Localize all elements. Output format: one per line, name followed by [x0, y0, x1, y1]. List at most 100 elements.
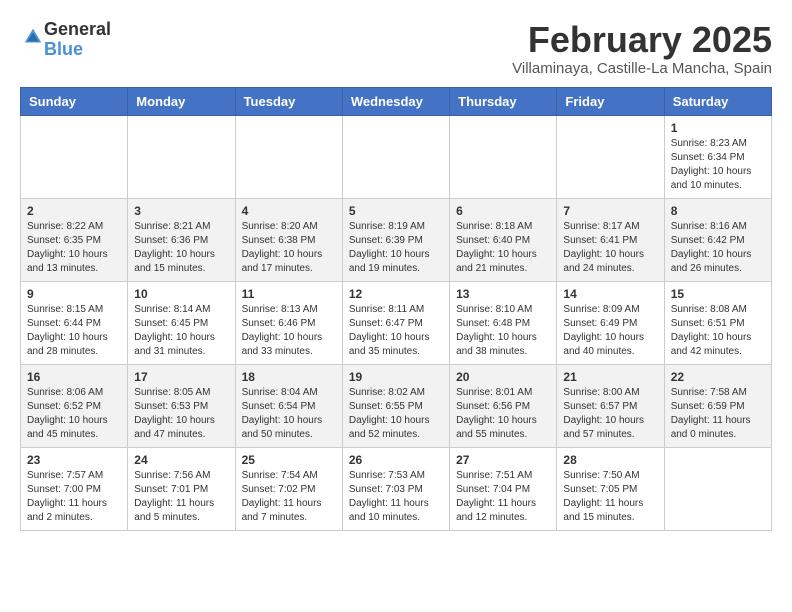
- day-info: Sunrise: 7:58 AM Sunset: 6:59 PM Dayligh…: [671, 386, 765, 442]
- calendar-cell: 23 Sunrise: 7:57 AM Sunset: 7:00 PM Dayli…: [21, 447, 128, 530]
- calendar-cell: 4 Sunrise: 8:20 AM Sunset: 6:38 PM Daylig…: [235, 198, 342, 281]
- day-number: 7: [563, 204, 657, 218]
- day-number: 22: [671, 370, 765, 384]
- calendar-cell: 5Sunrise: 8:19 AM Sunset: 6:39 PM Daylig…: [342, 198, 449, 281]
- calendar-week-row: 2 Sunrise: 8:22 AM Sunset: 6:35 PM Daylig…: [21, 198, 772, 281]
- calendar-cell: 12Sunrise: 8:11 AM Sunset: 6:47 PM Dayli…: [342, 281, 449, 364]
- calendar-cell: 16 Sunrise: 8:06 AM Sunset: 6:52 PM Dayli…: [21, 364, 128, 447]
- location-subtitle: Villaminaya, Castille-La Mancha, Spain: [512, 60, 772, 77]
- calendar-cell: 24 Sunrise: 7:56 AM Sunset: 7:01 PM Dayli…: [128, 447, 235, 530]
- day-info: Sunrise: 8:20 AM Sunset: 6:38 PM Dayligh…: [242, 220, 336, 276]
- calendar-cell: 20 Sunrise: 8:01 AM Sunset: 6:56 PM Dayli…: [450, 364, 557, 447]
- day-number: 28: [563, 453, 657, 467]
- day-number: 24: [134, 453, 228, 467]
- calendar-cell: [557, 115, 664, 198]
- day-number: 1: [671, 121, 765, 135]
- day-info: Sunrise: 7:50 AM Sunset: 7:05 PM Dayligh…: [563, 469, 657, 525]
- calendar-header-wednesday: Wednesday: [342, 87, 449, 115]
- day-number: 10: [134, 287, 228, 301]
- calendar-cell: 13Sunrise: 8:10 AM Sunset: 6:48 PM Dayli…: [450, 281, 557, 364]
- day-info: Sunrise: 8:05 AM Sunset: 6:53 PM Dayligh…: [134, 386, 228, 442]
- calendar-cell: 15 Sunrise: 8:08 AM Sunset: 6:51 PM Dayli…: [664, 281, 771, 364]
- day-info: Sunrise: 8:08 AM Sunset: 6:51 PM Dayligh…: [671, 303, 765, 359]
- calendar-cell: 6 Sunrise: 8:18 AM Sunset: 6:40 PM Daylig…: [450, 198, 557, 281]
- day-number: 20: [456, 370, 550, 384]
- calendar-header-monday: Monday: [128, 87, 235, 115]
- calendar-cell: 3Sunrise: 8:21 AM Sunset: 6:36 PM Daylig…: [128, 198, 235, 281]
- day-info: Sunrise: 7:53 AM Sunset: 7:03 PM Dayligh…: [349, 469, 443, 525]
- day-number: 23: [27, 453, 121, 467]
- calendar-cell: 10 Sunrise: 8:14 AM Sunset: 6:45 PM Dayli…: [128, 281, 235, 364]
- calendar-cell: 21Sunrise: 8:00 AM Sunset: 6:57 PM Dayli…: [557, 364, 664, 447]
- day-info: Sunrise: 8:13 AM Sunset: 6:46 PM Dayligh…: [242, 303, 336, 359]
- calendar-week-row: 9 Sunrise: 8:15 AM Sunset: 6:44 PM Daylig…: [21, 281, 772, 364]
- day-info: Sunrise: 7:54 AM Sunset: 7:02 PM Dayligh…: [242, 469, 336, 525]
- calendar-cell: 7 Sunrise: 8:17 AM Sunset: 6:41 PM Daylig…: [557, 198, 664, 281]
- calendar-table: SundayMondayTuesdayWednesdayThursdayFrid…: [20, 87, 772, 531]
- calendar-header-friday: Friday: [557, 87, 664, 115]
- day-info: Sunrise: 7:56 AM Sunset: 7:01 PM Dayligh…: [134, 469, 228, 525]
- calendar-header-sunday: Sunday: [21, 87, 128, 115]
- calendar-header-thursday: Thursday: [450, 87, 557, 115]
- day-info: Sunrise: 8:21 AM Sunset: 6:36 PM Dayligh…: [134, 220, 228, 276]
- day-number: 2: [27, 204, 121, 218]
- logo: General Blue: [20, 20, 111, 60]
- day-info: Sunrise: 7:57 AM Sunset: 7:00 PM Dayligh…: [27, 469, 121, 525]
- calendar-cell: 14 Sunrise: 8:09 AM Sunset: 6:49 PM Dayli…: [557, 281, 664, 364]
- calendar-cell: [664, 447, 771, 530]
- calendar-cell: 28 Sunrise: 7:50 AM Sunset: 7:05 PM Dayli…: [557, 447, 664, 530]
- calendar-cell: 25 Sunrise: 7:54 AM Sunset: 7:02 PM Dayli…: [235, 447, 342, 530]
- day-number: 4: [242, 204, 336, 218]
- calendar-body: 1 Sunrise: 8:23 AM Sunset: 6:34 PM Daylig…: [21, 115, 772, 530]
- calendar-week-row: 1 Sunrise: 8:23 AM Sunset: 6:34 PM Daylig…: [21, 115, 772, 198]
- day-info: Sunrise: 8:04 AM Sunset: 6:54 PM Dayligh…: [242, 386, 336, 442]
- day-info: Sunrise: 8:22 AM Sunset: 6:35 PM Dayligh…: [27, 220, 121, 276]
- day-info: Sunrise: 8:15 AM Sunset: 6:44 PM Dayligh…: [27, 303, 121, 359]
- day-info: Sunrise: 8:06 AM Sunset: 6:52 PM Dayligh…: [27, 386, 121, 442]
- day-info: Sunrise: 8:23 AM Sunset: 6:34 PM Dayligh…: [671, 137, 765, 193]
- day-number: 19: [349, 370, 443, 384]
- calendar-cell: 17 Sunrise: 8:05 AM Sunset: 6:53 PM Dayli…: [128, 364, 235, 447]
- calendar-cell: 26Sunrise: 7:53 AM Sunset: 7:03 PM Dayli…: [342, 447, 449, 530]
- calendar-cell: [128, 115, 235, 198]
- day-info: Sunrise: 8:02 AM Sunset: 6:55 PM Dayligh…: [349, 386, 443, 442]
- day-number: 8: [671, 204, 765, 218]
- day-number: 6: [456, 204, 550, 218]
- calendar-cell: 8 Sunrise: 8:16 AM Sunset: 6:42 PM Daylig…: [664, 198, 771, 281]
- calendar-cell: 18 Sunrise: 8:04 AM Sunset: 6:54 PM Dayli…: [235, 364, 342, 447]
- calendar-cell: [450, 115, 557, 198]
- day-info: Sunrise: 8:14 AM Sunset: 6:45 PM Dayligh…: [134, 303, 228, 359]
- day-info: Sunrise: 8:09 AM Sunset: 6:49 PM Dayligh…: [563, 303, 657, 359]
- day-info: Sunrise: 8:00 AM Sunset: 6:57 PM Dayligh…: [563, 386, 657, 442]
- logo-icon: [22, 26, 44, 48]
- day-info: Sunrise: 8:17 AM Sunset: 6:41 PM Dayligh…: [563, 220, 657, 276]
- logo-blue-text: Blue: [44, 39, 83, 59]
- calendar-cell: 11 Sunrise: 8:13 AM Sunset: 6:46 PM Dayli…: [235, 281, 342, 364]
- day-number: 17: [134, 370, 228, 384]
- calendar-week-row: 16 Sunrise: 8:06 AM Sunset: 6:52 PM Dayli…: [21, 364, 772, 447]
- day-number: 16: [27, 370, 121, 384]
- logo-general-text: General: [44, 19, 111, 39]
- page-header: General Blue February 2025 Villaminaya, …: [20, 20, 772, 77]
- calendar-cell: 1 Sunrise: 8:23 AM Sunset: 6:34 PM Daylig…: [664, 115, 771, 198]
- day-number: 14: [563, 287, 657, 301]
- calendar-cell: [21, 115, 128, 198]
- day-info: Sunrise: 8:01 AM Sunset: 6:56 PM Dayligh…: [456, 386, 550, 442]
- day-info: Sunrise: 8:18 AM Sunset: 6:40 PM Dayligh…: [456, 220, 550, 276]
- calendar-cell: [342, 115, 449, 198]
- calendar-cell: 19 Sunrise: 8:02 AM Sunset: 6:55 PM Dayli…: [342, 364, 449, 447]
- day-number: 12: [349, 287, 443, 301]
- day-number: 11: [242, 287, 336, 301]
- day-number: 15: [671, 287, 765, 301]
- day-number: 5: [349, 204, 443, 218]
- day-number: 25: [242, 453, 336, 467]
- day-number: 18: [242, 370, 336, 384]
- title-block: February 2025 Villaminaya, Castille-La M…: [512, 20, 772, 77]
- day-number: 9: [27, 287, 121, 301]
- day-info: Sunrise: 8:10 AM Sunset: 6:48 PM Dayligh…: [456, 303, 550, 359]
- day-number: 27: [456, 453, 550, 467]
- calendar-cell: 2 Sunrise: 8:22 AM Sunset: 6:35 PM Daylig…: [21, 198, 128, 281]
- calendar-header-row: SundayMondayTuesdayWednesdayThursdayFrid…: [21, 87, 772, 115]
- day-info: Sunrise: 8:16 AM Sunset: 6:42 PM Dayligh…: [671, 220, 765, 276]
- calendar-cell: 27Sunrise: 7:51 AM Sunset: 7:04 PM Dayli…: [450, 447, 557, 530]
